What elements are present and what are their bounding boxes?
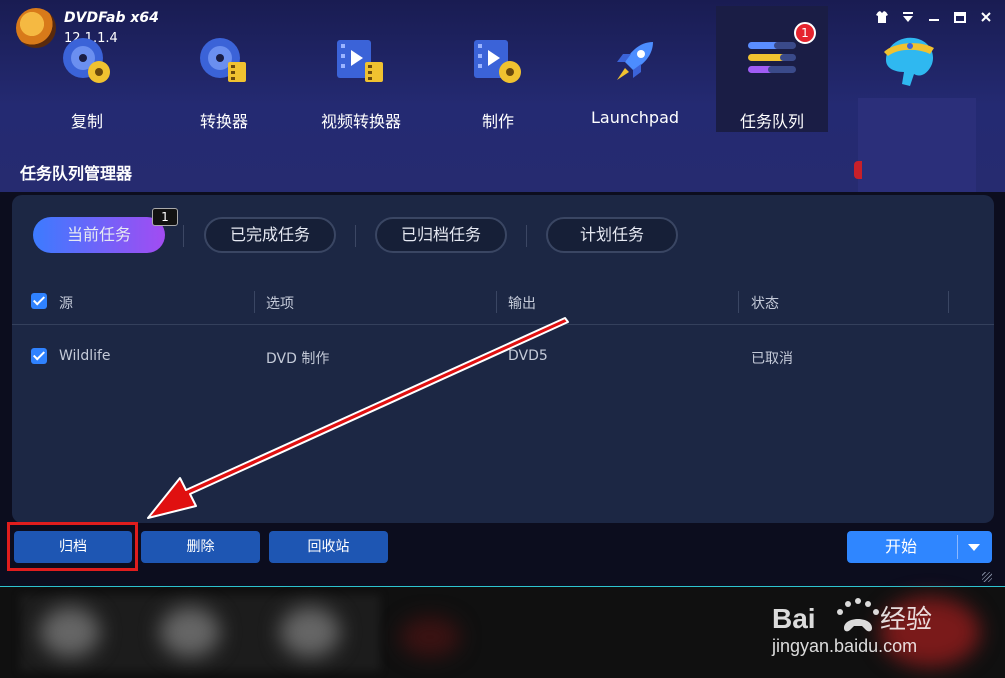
cell-source: Wildlife	[59, 348, 111, 364]
tab-divider	[526, 225, 527, 247]
disc-copy-icon	[59, 34, 115, 90]
page-title: 任务队列管理器	[20, 164, 133, 183]
baidu-jingyan-watermark: Bai 经验 jingyan.baidu.com	[770, 598, 980, 658]
column-header-output[interactable]: 输出	[508, 293, 536, 313]
module-video-converter[interactable]: 视频转换器	[311, 20, 411, 132]
module-converter[interactable]: 转换器	[174, 20, 274, 132]
delete-button[interactable]: 删除	[141, 531, 260, 563]
row-checkbox[interactable]	[31, 348, 47, 364]
tab-scheduled-tasks[interactable]: 计划任务	[546, 217, 678, 253]
column-header-source[interactable]: 源	[59, 293, 73, 313]
notification-indicator	[854, 161, 862, 179]
start-label: 开始	[884, 537, 917, 556]
column-resizer[interactable]	[738, 291, 739, 313]
cell-status: 已取消	[751, 351, 793, 367]
module-launchpad[interactable]: Launchpad	[585, 20, 685, 132]
module-label: 转换器	[199, 112, 248, 131]
cell-option: DVD 制作	[266, 351, 330, 367]
window-controls	[875, 10, 993, 26]
module-label: 视频转换器	[320, 112, 401, 131]
resize-grip-icon[interactable]	[982, 572, 992, 582]
column-header-option[interactable]: 选项	[266, 293, 294, 313]
promo-cap-icon[interactable]	[880, 34, 938, 90]
chevron-down-icon[interactable]	[968, 544, 980, 551]
module-copy[interactable]: 复制	[37, 20, 137, 132]
cell-output: DVD5	[508, 348, 548, 364]
skin-icon[interactable]	[875, 10, 889, 26]
minimize-icon[interactable]	[927, 10, 941, 26]
promo-panel	[858, 98, 976, 192]
tab-completed-tasks[interactable]: 已完成任务	[204, 217, 336, 253]
module-creator[interactable]: 制作	[448, 20, 548, 132]
task-queue-icon	[744, 34, 800, 90]
select-all-checkbox[interactable]	[31, 293, 47, 309]
current-task-count: 1	[152, 208, 178, 226]
module-task-queue[interactable]: 1 任务队列	[716, 6, 828, 132]
tab-divider	[355, 225, 356, 247]
annotation-highlight-box	[7, 522, 138, 571]
tab-current-tasks[interactable]: 当前任务	[33, 217, 165, 253]
column-header-status[interactable]: 状态	[751, 293, 779, 313]
module-label: 制作	[481, 112, 514, 131]
maximize-icon[interactable]	[953, 10, 967, 26]
recycle-bin-button[interactable]: 回收站	[269, 531, 388, 563]
task-count-badge: 1	[794, 22, 816, 44]
watermark-brand-cn: 经验	[880, 605, 932, 635]
paw-icon	[837, 598, 879, 632]
watermark-brand: Bai	[772, 603, 816, 634]
menu-icon[interactable]	[901, 10, 915, 26]
video-convert-icon	[333, 34, 389, 90]
disc-convert-icon	[196, 34, 252, 90]
rocket-icon	[607, 34, 663, 90]
disc-create-icon	[470, 34, 526, 90]
watermark-url: jingyan.baidu.com	[771, 636, 917, 656]
start-button[interactable]: 开始	[847, 531, 992, 563]
column-resizer[interactable]	[948, 291, 949, 313]
top-header: DVDFab x64 12.1.1.4 复制 转换器 视频转换器 制作 Laun…	[0, 0, 1005, 192]
header-divider	[12, 324, 994, 325]
module-label: 复制	[70, 112, 103, 131]
column-resizer[interactable]	[254, 291, 255, 313]
tab-divider	[183, 225, 184, 247]
close-icon[interactable]	[979, 10, 993, 26]
tab-archived-tasks[interactable]: 已归档任务	[375, 217, 507, 253]
task-panel: 当前任务 1 已完成任务 已归档任务 计划任务 源 选项 输出 状态 Wildl…	[12, 195, 994, 523]
column-resizer[interactable]	[496, 291, 497, 313]
start-divider	[957, 535, 958, 559]
module-label: 任务队列	[739, 112, 804, 131]
module-label: Launchpad	[590, 108, 680, 127]
